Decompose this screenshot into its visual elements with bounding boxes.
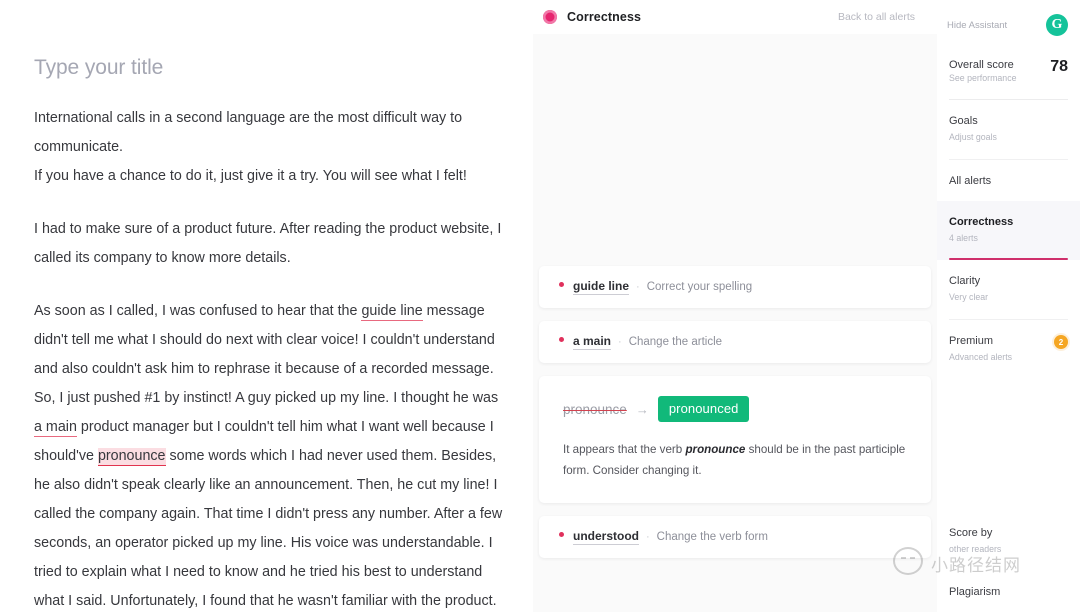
see-performance-link[interactable]: See performance (949, 73, 1016, 83)
alert-card-understood[interactable]: understood · Change the verb form (539, 516, 931, 558)
sidebar-item-score-by-readers[interactable]: Score by other readers (937, 512, 1080, 571)
alert-separator: · (636, 281, 640, 293)
sidebar-item-sublabel: other readers (949, 544, 1002, 554)
document-title-input[interactable]: Type your title (34, 56, 503, 80)
assistant-sidebar: Hide Assistant G Overall score See perfo… (937, 0, 1080, 612)
sidebar-item-premium[interactable]: Premium Advanced alerts 2 (937, 320, 1080, 379)
alert-card-row: understood · Change the verb form (559, 529, 913, 545)
overall-score-row: Overall score See performance 78 (949, 58, 1068, 84)
text-run: If you have a chance to do it, just give… (34, 168, 467, 184)
sidebar-item-label: Correctness (949, 216, 1014, 228)
alert-card-pronounce-expanded[interactable]: pronounce → pronounced It appears that t… (539, 376, 931, 503)
sidebar-item-goals[interactable]: Goals Adjust goals (937, 100, 1080, 159)
sidebar-item-label: Premium (949, 335, 994, 347)
inline-error-a-main[interactable]: a main (34, 419, 77, 437)
alert-bullet-icon (559, 532, 564, 537)
sidebar-item-label: Goals (949, 115, 978, 127)
alert-term: a main (573, 334, 612, 350)
sidebar-item-correctness[interactable]: Correctness 4 alerts (937, 201, 1080, 260)
explanation-emphasis: pronounce (685, 443, 746, 456)
suggestion-explanation: It appears that the verb pronounce shoul… (563, 439, 911, 481)
sidebar-item-all-alerts[interactable]: All alerts (937, 160, 1080, 201)
alert-separator: · (646, 531, 650, 543)
inline-error-guide-line[interactable]: guide line (361, 303, 423, 321)
suggestion-row: pronounce → pronounced (563, 396, 911, 422)
sidebar-item-sublabel: 4 alerts (949, 233, 978, 243)
paragraph-1: International calls in a second language… (34, 104, 503, 191)
sidebar-item-label: Score by (949, 527, 993, 539)
sidebar-item-sublabel: Adjust goals (949, 132, 997, 142)
overall-score-labels: Overall score See performance (949, 59, 1016, 83)
sidebar-item-sublabel: Advanced alerts (949, 352, 1013, 362)
sidebar-item-label: Clarity (949, 275, 981, 287)
overall-score-value: 78 (1050, 58, 1068, 75)
alert-bullet-icon (559, 282, 564, 287)
sidebar-top-bar: Hide Assistant G (937, 11, 1080, 39)
document-editor-panel[interactable]: Type your title International calls in a… (0, 0, 533, 612)
overall-score-block[interactable]: Overall score See performance 78 (937, 59, 1080, 100)
text-run: International calls in a second language… (34, 110, 463, 155)
text-run: some words which I had never used them. … (34, 448, 503, 609)
alert-bullet-icon (559, 337, 564, 342)
inline-error-pronounce-active[interactable]: pronounce (97, 448, 166, 466)
alert-term: guide line (573, 279, 630, 295)
sidebar-item-sublabel: Very clear (949, 292, 989, 302)
explanation-text-before: It appears that the verb (563, 443, 686, 456)
grammarly-logo-icon[interactable]: G (1046, 14, 1068, 36)
hide-assistant-button[interactable]: Hide Assistant (947, 20, 1007, 31)
premium-alert-count-badge: 2 (1054, 335, 1068, 349)
back-to-all-alerts-link[interactable]: Back to all alerts (838, 11, 915, 23)
correctness-category-icon (543, 10, 557, 24)
overall-score-label: Overall score (949, 59, 1014, 71)
alert-term: understood (573, 529, 639, 545)
alert-action-text: Change the verb form (656, 531, 768, 543)
sidebar-item-plagiarism[interactable]: Plagiarism (937, 571, 1080, 612)
alert-card-list: guide line · Correct your spelling a mai… (533, 266, 937, 558)
alert-action-text: Correct your spelling (646, 281, 753, 293)
alerts-panel: Correctness Back to all alerts guide lin… (533, 0, 937, 612)
alert-card-a-main[interactable]: a main · Change the article (539, 321, 931, 363)
document-body[interactable]: International calls in a second language… (34, 104, 503, 612)
alert-card-row: a main · Change the article (559, 334, 913, 350)
grammarly-editor-window: Type your title International calls in a… (0, 0, 1080, 612)
alert-separator: · (618, 336, 622, 348)
alert-action-text: Change the article (628, 336, 723, 348)
apply-suggestion-button[interactable]: pronounced (657, 396, 750, 422)
alerts-category-title: Correctness (567, 10, 642, 24)
alert-card-guide-line[interactable]: guide line · Correct your spelling (539, 266, 931, 308)
alert-card-row: guide line · Correct your spelling (559, 279, 913, 295)
sidebar-item-clarity[interactable]: Clarity Very clear (937, 260, 1080, 319)
sidebar-item-label: All alerts (949, 175, 992, 187)
paragraph-2: I had to make sure of a product future. … (34, 215, 503, 273)
paragraph-3: As soon as I called, I was confused to h… (34, 297, 503, 612)
alerts-panel-header: Correctness Back to all alerts (533, 0, 937, 34)
sidebar-item-label: Plagiarism (949, 586, 1001, 598)
text-run: I had to make sure of a product future. … (34, 221, 502, 266)
arrow-right-icon: → (635, 401, 649, 417)
original-word: pronounce (563, 401, 627, 417)
text-run: As soon as I called, I was confused to h… (34, 303, 362, 319)
sidebar-bottom-section: Score by other readers Plagiarism (937, 512, 1080, 612)
